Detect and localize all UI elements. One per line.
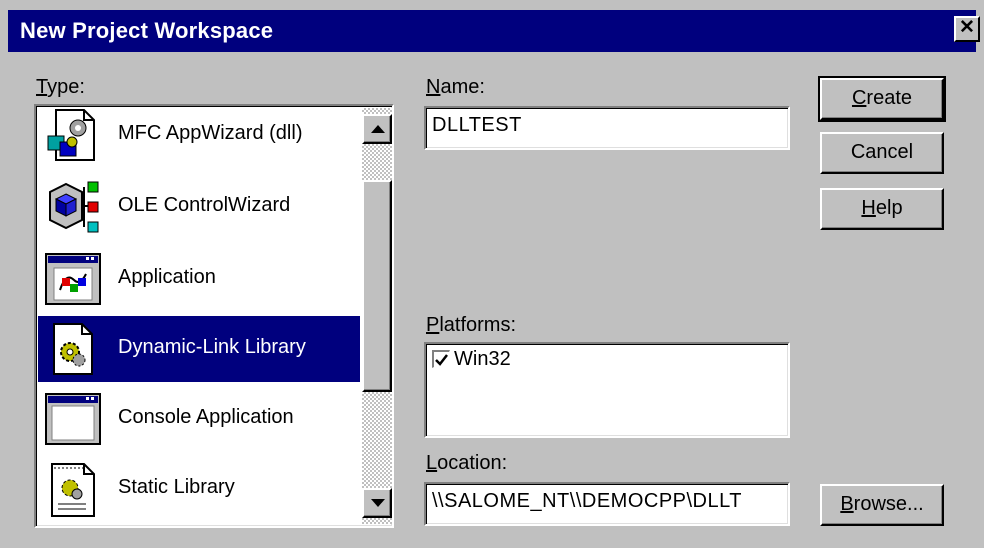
type-list-scrollbar[interactable] (362, 108, 392, 524)
arrow-down-icon (371, 499, 385, 507)
list-item-application[interactable]: Application (38, 246, 360, 312)
project-type-list[interactable]: MFC AppWizard (dll) OLE ControlWizard Ap… (34, 104, 394, 528)
checkmark-icon (435, 354, 448, 366)
window-title: New Project Workspace (20, 18, 274, 43)
create-button[interactable]: Create (818, 76, 946, 122)
ole-controlwizard-icon (49, 181, 99, 233)
list-item-label: MFC AppWizard (dll) (118, 122, 303, 144)
location-input[interactable]: \\SALOME_NT\\DEMOCPP\DLLT (424, 482, 790, 526)
list-item-label: Static Library (118, 476, 235, 498)
arrow-up-icon (371, 125, 385, 133)
platforms-label: Platforms: (426, 314, 517, 336)
name-input[interactable]: DLLTEST (424, 106, 790, 150)
browse-button[interactable]: Browse... (820, 484, 944, 526)
list-item-dynamic-link-library[interactable]: Dynamic-Link Library (38, 316, 360, 382)
platforms-list[interactable]: Win32 (424, 342, 790, 438)
list-item-ole-controlwizard[interactable]: OLE ControlWizard (38, 174, 360, 240)
list-item-label: Application (118, 266, 216, 288)
list-item-label: OLE ControlWizard (118, 194, 291, 216)
list-item-mfc-appwizard-dll[interactable]: MFC AppWizard (dll) (38, 106, 360, 168)
mfc-appwizard-icon (47, 109, 95, 161)
cancel-button[interactable]: Cancel (820, 132, 944, 174)
list-item-label: Dynamic-Link Library (118, 336, 306, 358)
console-window-icon (45, 393, 101, 445)
application-window-icon (45, 253, 101, 305)
location-label: Location: (426, 452, 508, 474)
close-button[interactable]: ✕ (954, 16, 980, 42)
list-item-label: Console Application (118, 406, 294, 428)
static-library-document-icon (51, 463, 95, 517)
dll-gear-document-icon (53, 323, 93, 375)
scroll-up-button[interactable] (362, 114, 392, 144)
platform-item-win32[interactable]: Win32 (426, 344, 788, 376)
list-item-console-application[interactable]: Console Application (38, 386, 360, 452)
name-label: Name: (426, 76, 485, 98)
scrollbar-thumb[interactable] (362, 180, 392, 392)
type-label: Type: (36, 76, 85, 98)
close-icon: ✕ (959, 17, 975, 38)
new-project-workspace-dialog: New Project Workspace ✕ Type: MFC AppWiz… (0, 0, 984, 548)
platform-label: Win32 (454, 348, 511, 370)
scroll-down-button[interactable] (362, 488, 392, 518)
help-button[interactable]: Help (820, 188, 944, 230)
list-item-static-library[interactable]: Static Library (38, 456, 360, 522)
win32-checkbox[interactable] (432, 350, 450, 368)
title-bar[interactable]: New Project Workspace (8, 10, 976, 52)
